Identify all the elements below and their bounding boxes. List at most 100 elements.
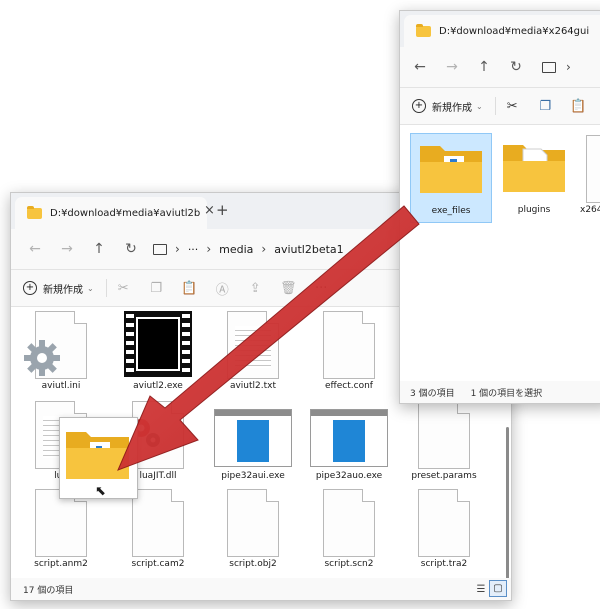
folder-icon [503,145,565,192]
file-name: preset.params [411,471,477,481]
back-arrow-icon[interactable]: ← [19,241,51,257]
monitor-icon [542,61,556,73]
refresh-icon[interactable]: ↻ [500,59,532,75]
chevron-right-icon: › [206,242,212,256]
chevron-right-icon: › [566,60,571,74]
dll-file-icon [132,401,184,469]
status-bar: 3 個の項目 1 個の項目を選択 [400,381,600,403]
up-arrow-icon[interactable]: ↑ [468,59,500,75]
tab-x264gui[interactable]: D:¥download¥media¥x264gui [404,15,600,47]
cut-icon[interactable]: ✂ [496,99,529,114]
delete-icon[interactable]: 🗑 [272,281,305,296]
file-list: exe_files plugins x264g [400,125,600,381]
folder-item[interactable]: plugins [494,133,574,221]
folder-icon [420,146,482,193]
text-file-icon [227,311,279,379]
file-item[interactable]: x264g [580,133,600,221]
blank-file-icon [323,311,375,379]
forward-arrow-icon[interactable]: → [436,59,468,75]
monitor-icon [153,243,167,255]
item-count: 3 個の項目 [410,388,455,399]
new-button[interactable]: + 新規作成 ⌄ [412,99,483,114]
tab-title: D:¥download¥media¥aviutl2b [50,207,201,219]
tab-aviutl2[interactable]: D:¥download¥media¥aviutl2b × [15,197,215,229]
cut-icon[interactable]: ✂ [107,281,140,296]
file-name: pipe32auo.exe [315,471,383,481]
copy-icon[interactable]: ❐ [140,281,173,296]
navigation-bar: ← → ↑ ↻ › [400,47,600,88]
folder-name: plugins [517,205,551,215]
file-item[interactable]: aviutl.ini [17,309,105,399]
address-bar[interactable]: › ··· › media › aviutl2beta1 [153,242,352,256]
blank-file-icon [418,401,470,469]
blank-file-icon [227,489,279,557]
more-icon[interactable]: ··· [305,281,338,296]
chevron-right-icon: › [261,242,267,256]
application-icon [310,409,388,467]
drag-preview: ⬉ [59,417,138,499]
command-bar: + 新規作成 ⌄ ✂ ❐ 📋 [400,88,600,125]
file-item[interactable]: effect.conf [305,309,393,399]
file-item[interactable]: pipe32auo.exe [305,399,393,489]
explorer-window-x264gui: D:¥download¥media¥x264gui ← → ↑ ↻ › + 新規… [399,10,600,404]
new-tab-button[interactable]: + [216,201,229,219]
rename-icon[interactable]: Ⓐ [206,279,239,298]
file-name: x264g [580,205,600,215]
tab-title: D:¥download¥media¥x264gui [439,25,590,37]
paste-icon[interactable]: 📋 [173,281,206,296]
refresh-icon[interactable]: ↻ [115,241,147,257]
file-item[interactable]: pipe32aui.exe [209,399,297,489]
chevron-down-icon: ⌄ [87,283,94,293]
back-arrow-icon[interactable]: ← [404,59,436,75]
details-view-icon[interactable]: ☰ [473,582,489,597]
file-item[interactable]: script.obj2 [209,487,297,577]
paste-icon[interactable]: 📋 [562,99,595,114]
blank-file-icon [586,135,600,203]
new-button[interactable]: + 新規作成 ⌄ [23,281,94,296]
up-arrow-icon[interactable]: ↑ [83,241,115,257]
breadcrumb-aviutl2beta1[interactable]: aviutl2beta1 [274,243,343,256]
item-count: 17 個の項目 [23,585,74,596]
file-name: script.scn2 [324,559,374,569]
file-item[interactable]: script.cam2 [114,487,202,577]
breadcrumb-more[interactable]: ··· [188,243,199,256]
plus-icon: + [23,281,37,295]
folder-item-selected[interactable]: exe_files [410,133,492,223]
folder-icon [416,23,431,37]
file-name: script.anm2 [34,559,88,569]
document-icon [24,311,87,379]
chevron-down-icon: ⌄ [476,101,483,111]
file-name: aviutl2.txt [229,381,277,391]
file-item[interactable]: preset.params [400,399,488,489]
breadcrumb-media[interactable]: media [219,243,253,256]
file-name: pipe32aui.exe [221,471,285,481]
copy-icon[interactable]: ❐ [529,99,562,114]
selected-count: 1 個の項目を選択 [470,388,543,399]
file-name: script.cam2 [131,559,185,569]
tiles-view-icon[interactable]: ▢ [489,580,507,597]
video-file-icon [124,311,192,377]
forward-arrow-icon[interactable]: → [51,241,83,257]
file-item[interactable]: script.tra2 [400,487,488,577]
blank-file-icon [132,489,184,557]
file-item[interactable]: script.anm2 [17,487,105,577]
vertical-scrollbar[interactable] [506,427,509,600]
gear-icon [24,340,60,376]
folder-icon [27,205,42,219]
file-item[interactable]: aviutl2.exe [114,309,202,399]
blank-file-icon [418,489,470,557]
chevron-right-icon: › [175,242,180,256]
file-item[interactable]: script.scn2 [305,487,393,577]
file-item[interactable]: aviutl2.txt [209,309,297,399]
file-name: effect.conf [325,381,373,391]
share-icon[interactable]: ⇪ [239,281,272,296]
title-bar: D:¥download¥media¥x264gui [400,11,600,47]
file-name: aviutl2.exe [133,381,183,391]
status-bar: 17 個の項目 ☰ ▢ [11,578,511,600]
file-name: aviutl.ini [41,381,81,391]
plus-icon: + [412,99,426,113]
tab-close-button[interactable]: × [204,203,215,218]
file-name: script.tra2 [420,559,468,569]
folder-name: exe_files [431,206,471,216]
new-label: 新規作成 [432,102,472,114]
